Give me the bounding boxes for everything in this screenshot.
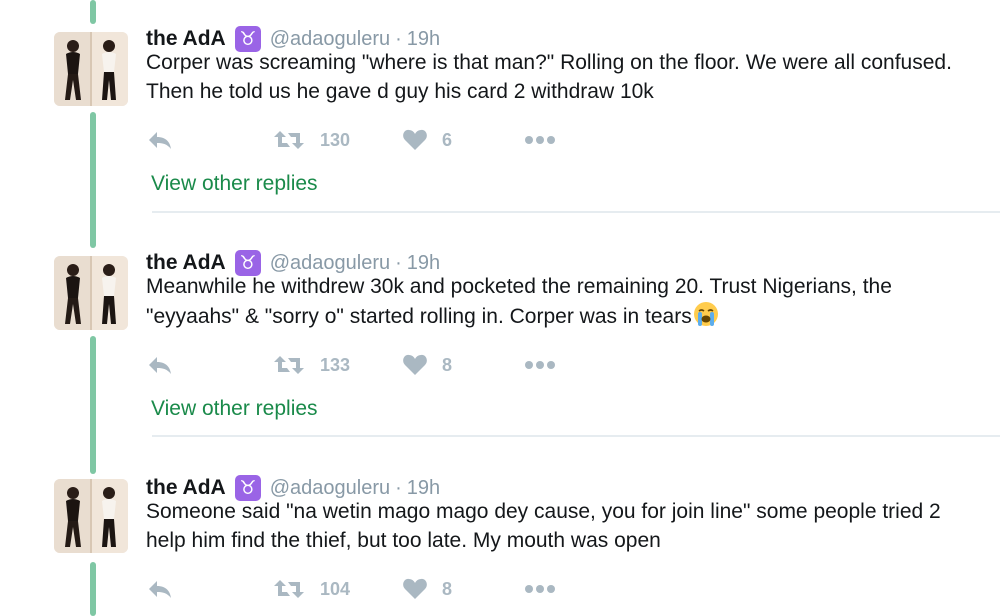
more-dots-icon — [525, 136, 555, 144]
reply-button[interactable] — [146, 350, 174, 380]
more-dots-icon — [525, 361, 555, 369]
more-button[interactable] — [524, 125, 556, 155]
view-other-replies-link[interactable]: View other replies — [151, 397, 318, 421]
thread-connector — [90, 0, 96, 24]
avatar-photo — [54, 32, 128, 106]
avatar[interactable] — [54, 479, 128, 553]
reply-icon — [149, 357, 171, 374]
retweet-icon — [274, 580, 304, 598]
retweet-button[interactable]: 130 — [272, 125, 350, 155]
retweet-button[interactable]: 104 — [272, 574, 350, 604]
like-button[interactable]: 8 — [402, 574, 452, 604]
thread-connector — [90, 336, 96, 474]
reply-button[interactable] — [146, 574, 174, 604]
tweet-text: Someone said "na wetin mago mago dey cau… — [146, 500, 941, 552]
loudly-crying-face-icon — [693, 302, 718, 326]
divider — [152, 211, 1000, 213]
avatar[interactable] — [54, 32, 128, 106]
retweet-count: 133 — [320, 354, 351, 375]
heart-icon — [403, 578, 427, 599]
retweet-count: 130 — [320, 129, 351, 150]
avatar-photo — [54, 479, 128, 553]
tweet-text: Meanwhile he withdrew 30k and pocketed t… — [146, 272, 976, 331]
avatar-photo — [54, 256, 128, 330]
tweet-actions: 133 8 — [146, 350, 646, 380]
reply-button[interactable] — [146, 125, 174, 155]
like-count: 8 — [442, 354, 453, 375]
like-count: 6 — [442, 129, 453, 150]
more-button[interactable] — [524, 350, 556, 380]
tweet-actions: 104 8 — [146, 574, 646, 604]
more-button[interactable] — [524, 574, 556, 604]
more-dots-icon — [525, 585, 555, 593]
tweet-actions: 130 6 — [146, 125, 646, 155]
like-button[interactable]: 6 — [402, 125, 452, 155]
reply-icon — [149, 581, 171, 598]
tweet-text-body: Meanwhile he withdrew 30k and pocketed t… — [146, 275, 892, 328]
tweet-text: Corper was screaming "where is that man?… — [146, 51, 952, 103]
view-other-replies-link[interactable]: View other replies — [151, 172, 318, 196]
divider — [152, 435, 1000, 437]
retweet-count: 104 — [320, 578, 351, 599]
heart-icon — [403, 354, 427, 375]
retweet-icon — [274, 356, 304, 374]
thread-connector — [90, 112, 96, 248]
thread-connector — [90, 562, 96, 616]
like-button[interactable]: 8 — [402, 350, 452, 380]
heart-icon — [403, 129, 427, 150]
retweet-button[interactable]: 133 — [272, 350, 350, 380]
like-count: 8 — [442, 578, 453, 599]
avatar[interactable] — [54, 256, 128, 330]
reply-icon — [149, 132, 171, 149]
retweet-icon — [274, 131, 304, 149]
